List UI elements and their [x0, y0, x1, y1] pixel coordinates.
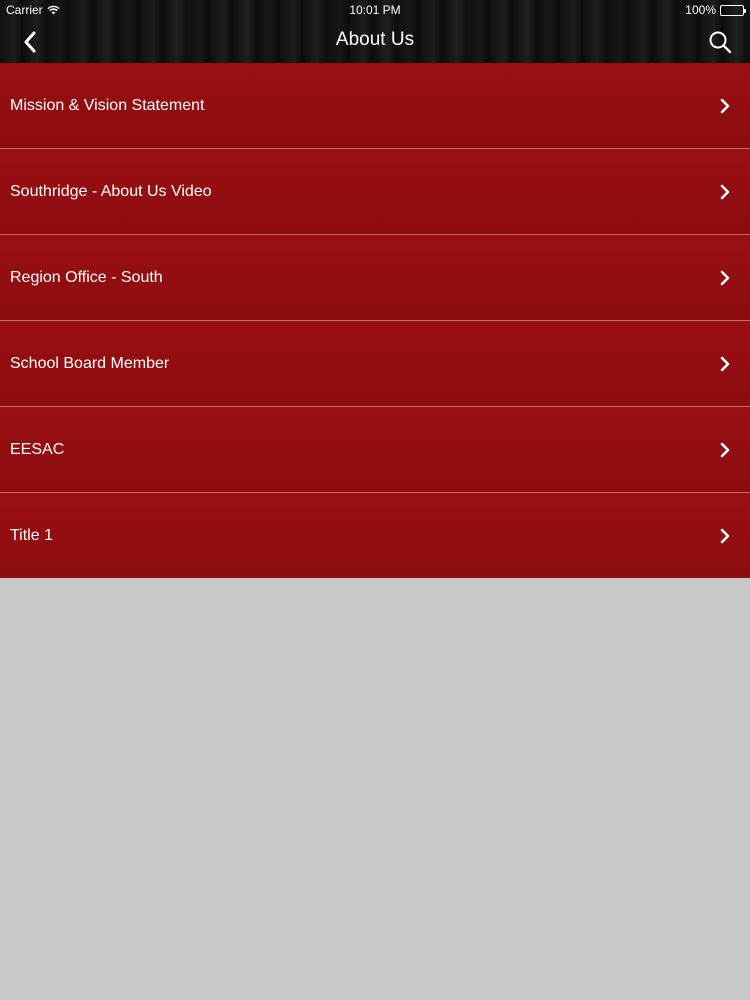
search-icon	[709, 31, 732, 54]
menu-item-title-1[interactable]: Title 1	[0, 493, 750, 579]
chevron-right-icon	[718, 98, 732, 114]
chevron-right-icon	[718, 528, 732, 544]
about-us-menu: Mission & Vision Statement Southridge - …	[0, 63, 750, 579]
chevron-right-icon	[718, 442, 732, 458]
menu-item-label: Region Office - South	[10, 268, 163, 286]
battery-icon	[720, 4, 746, 16]
menu-item-label: Mission & Vision Statement	[10, 96, 205, 114]
empty-content-area	[0, 578, 750, 1000]
status-bar: Carrier 10:01 PM 100%	[0, 0, 750, 20]
search-button[interactable]	[702, 26, 738, 58]
menu-item-region-office[interactable]: Region Office - South	[0, 235, 750, 321]
chevron-right-icon	[718, 184, 732, 200]
menu-item-label: Title 1	[10, 527, 53, 544]
page-title: About Us	[335, 29, 415, 50]
chevron-right-icon	[718, 270, 732, 286]
menu-item-about-us-video[interactable]: Southridge - About Us Video	[0, 149, 750, 235]
menu-item-label: School Board Member	[10, 354, 170, 372]
menu-item-label: EESAC	[10, 440, 65, 458]
app-screen: Carrier 10:01 PM 100% About Us Mission &…	[0, 0, 750, 1000]
battery-percent: 100%	[685, 3, 716, 17]
status-time: 10:01 PM	[349, 3, 401, 17]
menu-item-school-board-member[interactable]: School Board Member	[0, 321, 750, 407]
battery-indicator: 100%	[685, 3, 746, 17]
chevron-right-icon	[718, 356, 732, 372]
menu-item-label: Southridge - About Us Video	[10, 182, 212, 200]
top-bar: Carrier 10:01 PM 100% About Us	[0, 0, 750, 63]
menu-item-eesac[interactable]: EESAC	[0, 407, 750, 493]
menu-item-mission-vision[interactable]: Mission & Vision Statement	[0, 63, 750, 149]
navigation-bar: About Us	[0, 20, 750, 63]
